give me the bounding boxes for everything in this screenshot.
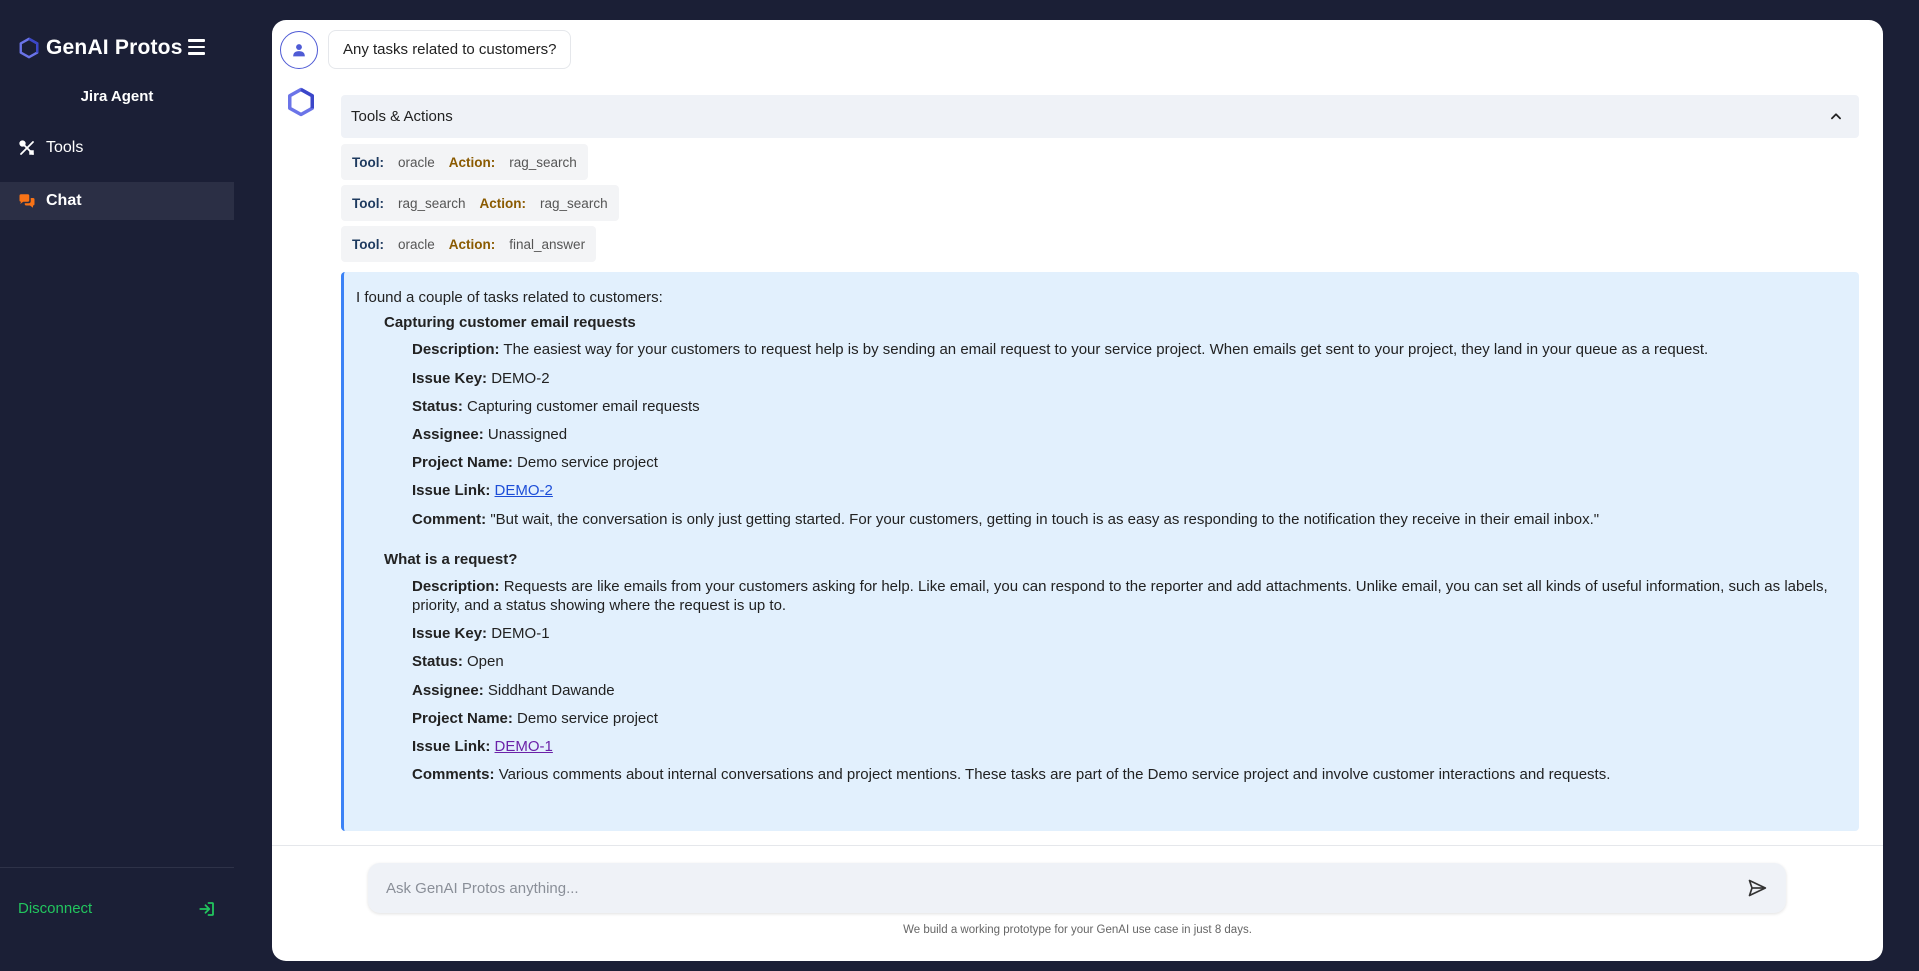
task-issue-link: Issue Link: DEMO-1 xyxy=(412,738,553,755)
tools-actions-toggle[interactable]: Tools & Actions xyxy=(341,95,1859,138)
logout-icon[interactable] xyxy=(198,900,216,918)
tool-name: oracle xyxy=(397,236,435,252)
tool-name: oracle xyxy=(397,154,435,170)
composer xyxy=(368,863,1786,913)
task-issue-key: Issue Key: DEMO-1 xyxy=(412,625,550,643)
main-panel: Any tasks related to customers? Tools & … xyxy=(272,20,1883,961)
sidebar-item-label: Tools xyxy=(46,139,84,156)
action-name: rag_search xyxy=(540,195,608,211)
task-comment: Comment: "But wait, the conversation is … xyxy=(412,510,1600,528)
sidebar: GenAI Protos Jira Agent Tools Chat Disco… xyxy=(0,0,234,971)
task-fields: Description: Requests are like emails fr… xyxy=(412,577,1847,785)
issue-link[interactable]: DEMO-2 xyxy=(495,482,553,499)
tool-label: Tool: xyxy=(352,154,384,170)
user-message: Any tasks related to customers? xyxy=(328,30,572,69)
bot-avatar-icon xyxy=(288,87,314,117)
task-description: Description: The easiest way for your cu… xyxy=(412,341,1709,359)
send-icon xyxy=(1748,879,1767,897)
chat-icon xyxy=(18,192,36,210)
agent-name: Jira Agent xyxy=(80,88,154,105)
chat-input[interactable] xyxy=(386,879,1746,897)
disconnect-button[interactable]: Disconnect xyxy=(18,900,92,917)
assistant-answer: I found a couple of tasks related to cus… xyxy=(341,272,1859,831)
tool-label: Tool: xyxy=(352,236,384,252)
action-label: Action: xyxy=(479,195,527,211)
chat-area[interactable]: Any tasks related to customers? Tools & … xyxy=(272,20,1883,845)
menu-toggle-icon[interactable] xyxy=(188,39,205,55)
task-issue-link: Issue Link: DEMO-2 xyxy=(412,482,553,500)
task-status: Status: Capturing customer email request… xyxy=(412,397,700,415)
tool-name: rag_search xyxy=(397,195,466,211)
footer-note: We build a working prototype for your Ge… xyxy=(903,924,1252,936)
tool-call-chip: Tool: oracle Action: final_answer xyxy=(341,226,597,262)
chevron-up-icon xyxy=(1831,113,1841,120)
action-label: Action: xyxy=(448,154,496,170)
action-name: final_answer xyxy=(509,236,586,252)
task-issue-key: Issue Key: DEMO-2 xyxy=(412,369,550,387)
task-project: Project Name: Demo service project xyxy=(412,454,658,472)
send-button[interactable] xyxy=(1746,877,1768,899)
sidebar-divider xyxy=(0,867,234,868)
brand-logo-icon xyxy=(19,37,39,59)
tools-header-label: Tools & Actions xyxy=(351,108,453,125)
tools-icon xyxy=(18,139,36,157)
sidebar-item-tools[interactable]: Tools xyxy=(0,129,234,167)
user-message-row: Any tasks related to customers? xyxy=(280,30,572,69)
task-title: Capturing customer email requests xyxy=(384,314,636,332)
task-description: Description: Requests are like emails fr… xyxy=(412,577,1828,615)
brand-name: GenAI Protos xyxy=(46,36,183,59)
action-label: Action: xyxy=(448,236,496,252)
brand[interactable]: GenAI Protos xyxy=(18,36,183,60)
answer-intro: I found a couple of tasks related to cus… xyxy=(356,289,663,306)
task-project: Project Name: Demo service project xyxy=(412,709,658,727)
user-avatar-icon xyxy=(280,30,318,69)
action-name: rag_search xyxy=(509,154,577,170)
sidebar-item-label: Chat xyxy=(46,192,82,209)
task-assignee: Assignee: Unassigned xyxy=(412,425,568,443)
task-fields: Description: The easiest way for your cu… xyxy=(412,340,1847,528)
task-title: What is a request? xyxy=(384,550,518,568)
task-assignee: Assignee: Siddhant Dawande xyxy=(412,681,615,699)
tool-label: Tool: xyxy=(352,195,384,211)
composer-divider xyxy=(272,845,1883,846)
task-comment: Comments: Various comments about interna… xyxy=(412,766,1611,784)
sidebar-item-chat[interactable]: Chat xyxy=(0,182,234,220)
tool-call-chip: Tool: rag_search Action: rag_search xyxy=(341,185,619,221)
issue-link[interactable]: DEMO-1 xyxy=(495,738,553,755)
task-status: Status: Open xyxy=(412,653,504,671)
tool-call-chip: Tool: oracle Action: rag_search xyxy=(341,144,588,180)
